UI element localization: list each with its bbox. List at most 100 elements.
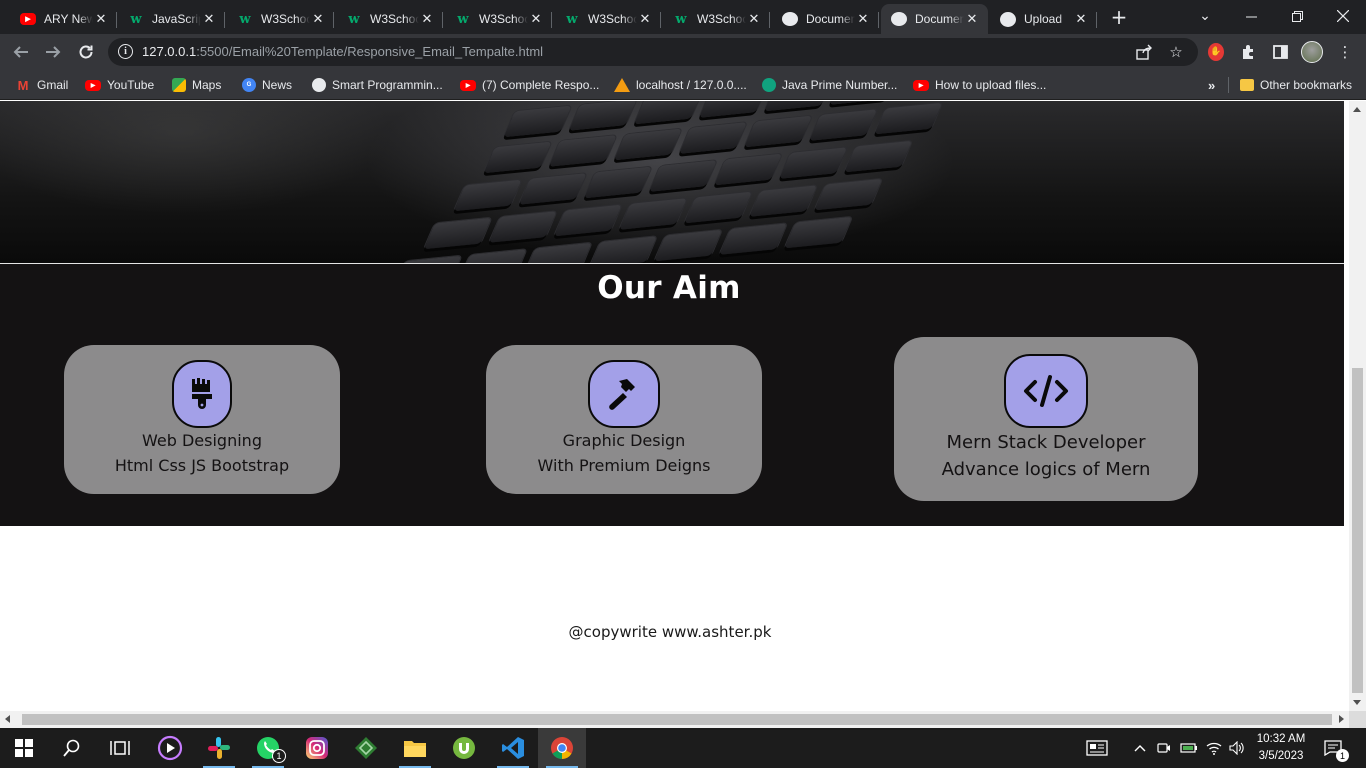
taskbar-chrome[interactable] (538, 728, 586, 768)
scroll-up-arrow-icon[interactable] (1353, 107, 1361, 112)
tab-w3schools[interactable]: w W3Schools ✕ (554, 4, 661, 34)
close-icon (1337, 10, 1349, 22)
tab-w3schools[interactable]: w W3Schools ✕ (227, 4, 334, 34)
taskbar-vscode[interactable] (489, 728, 537, 768)
tab-w3schools[interactable]: w W3Schools ✕ (445, 4, 552, 34)
card-subtitle: With Premium Deigns (537, 456, 711, 475)
task-view-button[interactable] (96, 728, 144, 768)
close-icon[interactable]: ✕ (93, 11, 109, 27)
paint-brush-icon (172, 360, 232, 428)
bookmarks-overflow-button[interactable]: » (1208, 76, 1215, 94)
bookmark-youtube[interactable]: ▶ YouTube (85, 76, 154, 94)
taskbar-slack[interactable] (195, 728, 243, 768)
bookmark-localhost[interactable]: localhost / 127.0.0.... (614, 76, 747, 94)
close-icon[interactable]: ✕ (201, 11, 217, 27)
close-icon[interactable]: ✕ (855, 11, 871, 27)
bookmark-smart-programming[interactable]: Smart Programmin... (312, 76, 443, 94)
profile-avatar[interactable] (1301, 41, 1323, 63)
back-arrow-icon (13, 46, 28, 58)
bookmark-gmail[interactable]: M Gmail (15, 76, 69, 94)
bookmark-complete-responsive[interactable]: ▶ (7) Complete Respo... (460, 76, 599, 94)
windows-taskbar: 1 10:32 AM 3/5/2023 1 (0, 728, 1366, 768)
bookmark-java-prime[interactable]: Java Prime Number... (762, 76, 897, 94)
scroll-left-arrow-icon[interactable] (5, 715, 10, 723)
meet-now-icon[interactable] (1156, 739, 1172, 757)
bookmark-label: Other bookmarks (1260, 78, 1353, 92)
tab-upload[interactable]: Upload ✕ (990, 4, 1097, 34)
battery-icon[interactable] (1180, 739, 1198, 757)
horizontal-scrollbar[interactable] (0, 711, 1349, 728)
w3schools-icon: w (675, 11, 687, 27)
url-host: 127.0.0.1 (142, 44, 197, 59)
extensions-puzzle-icon[interactable] (1238, 42, 1258, 62)
volume-icon[interactable] (1228, 739, 1246, 757)
service-card-web-designing: Web Designing Html Css JS Bootstrap (64, 345, 340, 494)
search-button[interactable] (48, 728, 96, 768)
globe-icon (782, 12, 798, 26)
taskbar-media-player[interactable] (146, 728, 194, 768)
tab-search-icon[interactable]: ⌄ (1182, 0, 1228, 32)
side-panel-icon[interactable] (1270, 42, 1290, 62)
share-icon[interactable] (1135, 43, 1153, 61)
taskbar-file-explorer[interactable] (391, 728, 439, 768)
bookmark-news[interactable]: G News (242, 76, 292, 94)
minimize-button[interactable] (1228, 0, 1274, 32)
close-icon[interactable]: ✕ (964, 11, 980, 27)
vertical-scrollbar[interactable] (1349, 101, 1366, 711)
w3schools-icon: w (457, 11, 469, 27)
tab-document[interactable]: Document ✕ (772, 4, 879, 34)
copyright-footer: @copywrite www.ashter.pk (568, 623, 772, 641)
close-icon[interactable]: ✕ (310, 11, 326, 27)
horizontal-scroll-thumb[interactable] (22, 714, 1332, 725)
close-icon[interactable]: ✕ (746, 11, 762, 27)
back-button[interactable] (8, 39, 34, 65)
bookmark-label: localhost / 127.0.0.... (636, 78, 747, 92)
tab-javascript[interactable]: w JavaScript ✕ (118, 4, 225, 34)
restore-button[interactable] (1274, 0, 1320, 32)
close-icon[interactable]: ✕ (419, 11, 435, 27)
tab-separator (116, 12, 117, 28)
start-button[interactable] (0, 728, 48, 768)
reload-button[interactable] (73, 39, 99, 65)
other-bookmarks-folder[interactable]: Other bookmarks (1240, 76, 1352, 94)
taskbar-app-diamond[interactable] (342, 728, 390, 768)
news-icon (1086, 740, 1108, 756)
bookmark-label: Maps (192, 78, 222, 92)
site-info-icon[interactable]: i (118, 44, 133, 59)
tab-document-active[interactable]: Document ✕ (881, 4, 988, 34)
menu-kebab-icon[interactable]: ⋮ (1335, 42, 1355, 62)
forward-arrow-icon (46, 46, 61, 58)
vertical-scroll-thumb[interactable] (1352, 368, 1363, 693)
card-title: Mern Stack Developer (946, 432, 1146, 453)
forward-button[interactable] (40, 39, 66, 65)
wifi-icon[interactable] (1205, 739, 1223, 757)
tab-w3schools[interactable]: w W3Schools ✕ (336, 4, 443, 34)
taskbar-utorrent[interactable] (440, 728, 488, 768)
scroll-right-arrow-icon[interactable] (1339, 715, 1344, 723)
bookmark-maps[interactable]: Maps (172, 76, 221, 94)
system-clock[interactable]: 10:32 AM 3/5/2023 (1250, 731, 1312, 765)
close-window-button[interactable] (1320, 0, 1366, 32)
share-icon-glyph (1136, 44, 1152, 60)
diamond-app-icon (355, 737, 377, 759)
close-icon[interactable]: ✕ (637, 11, 653, 27)
address-bar[interactable]: i 127.0.0.1:5500/Email%20Template/Respon… (108, 38, 1198, 66)
taskbar-whatsapp[interactable]: 1 (244, 728, 292, 768)
bookmark-label: YouTube (107, 78, 155, 92)
close-icon[interactable]: ✕ (1073, 11, 1089, 27)
close-icon[interactable]: ✕ (528, 11, 544, 27)
card-title: Graphic Design (562, 431, 686, 450)
scroll-down-arrow-icon[interactable] (1353, 700, 1361, 705)
bookmark-star-icon[interactable]: ☆ (1167, 43, 1185, 61)
bookmark-how-to-upload[interactable]: ▶ How to upload files... (913, 76, 1046, 94)
url-text[interactable]: 127.0.0.1:5500/Email%20Template/Responsi… (142, 44, 543, 59)
new-tab-button[interactable]: + (1108, 5, 1130, 29)
taskbar-instagram[interactable] (293, 728, 341, 768)
adblock-extension-icon[interactable]: ✋ (1208, 43, 1224, 61)
tab-w3schools[interactable]: w W3Schools ✕ (663, 4, 770, 34)
news-widget-icon[interactable] (1084, 739, 1110, 757)
puzzle-icon (1243, 45, 1253, 59)
tab-ary-news[interactable]: ▶ ARY News ✕ (10, 4, 117, 34)
bookmark-label: Gmail (37, 78, 69, 92)
show-hidden-icons-chevron-icon[interactable] (1132, 739, 1148, 757)
